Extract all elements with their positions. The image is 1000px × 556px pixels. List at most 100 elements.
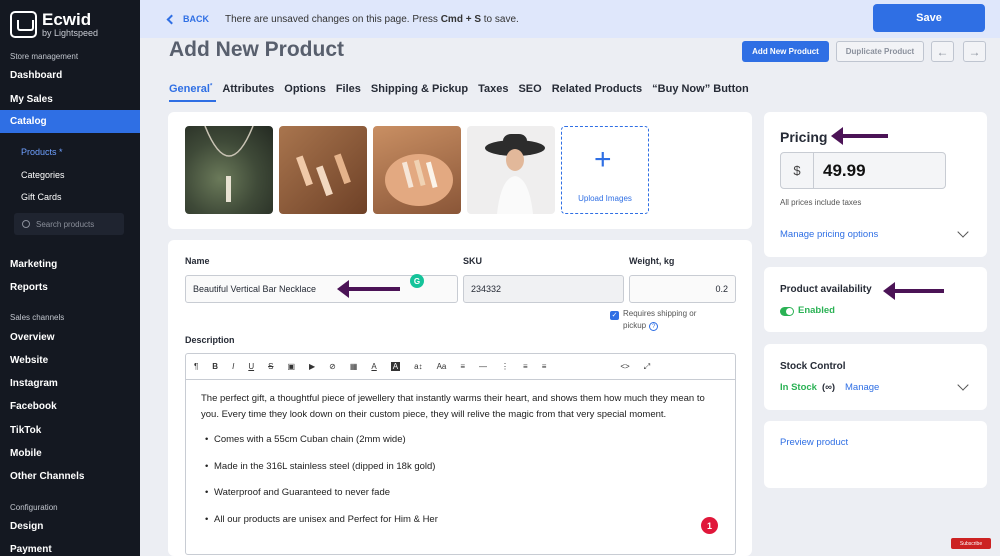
align-icon[interactable]: ≡ [460, 362, 465, 371]
back-button[interactable]: BACK [166, 14, 209, 24]
product-image-3[interactable] [373, 126, 461, 214]
manage-pricing-link[interactable]: Manage pricing options [780, 229, 878, 240]
sidebar-item-facebook[interactable]: Facebook [10, 401, 57, 412]
availability-status: Enabled [798, 305, 835, 316]
annotation-arrow-name [337, 280, 400, 298]
tab-attributes[interactable]: Attributes [222, 83, 274, 95]
font-size-icon[interactable]: a↕ [414, 362, 422, 371]
product-tabs: General* Attributes Options Files Shippi… [169, 83, 759, 95]
sku-label: SKU [463, 256, 483, 266]
bars-photo-icon [296, 153, 351, 197]
italic-icon[interactable]: I [232, 362, 234, 371]
description-editor[interactable]: ¶ B I U S ▣ ▶ ⊘ ▦ A A a↕ Aa ≡ — ⋮ ≡ ≡ <>… [185, 353, 736, 555]
sidebar-search-placeholder: Search products [36, 219, 95, 229]
fullscreen-icon[interactable]: ⤢ [644, 362, 650, 372]
annotation-arrow-pricing [831, 127, 888, 145]
sidebar-item-catalog[interactable]: Catalog [0, 110, 140, 133]
sidebar-item-overview[interactable]: Overview [10, 332, 54, 343]
price-input[interactable]: $ 49.99 [780, 152, 946, 189]
code-view-icon[interactable]: <> [620, 362, 629, 371]
bulleted-list-icon[interactable]: ⋮ [501, 362, 509, 371]
tab-options[interactable]: Options [284, 83, 326, 95]
grammarly-suggestion-badge[interactable]: 1 [701, 517, 718, 534]
sidebar-item-instagram[interactable]: Instagram [10, 378, 58, 389]
product-image-4[interactable] [467, 126, 555, 214]
sidebar-item-design[interactable]: Design [10, 521, 43, 532]
annotation-arrow-availability [883, 282, 944, 300]
image-icon[interactable]: ▣ [287, 362, 295, 371]
sidebar-item-dashboard[interactable]: Dashboard [10, 70, 62, 81]
strikethrough-icon[interactable]: S [268, 362, 273, 371]
sku-input[interactable]: 234332 [463, 275, 624, 303]
product-image-1[interactable] [185, 126, 273, 214]
help-icon[interactable]: ? [649, 322, 659, 331]
chevron-down-icon[interactable] [957, 226, 969, 238]
tab-buy-now-button[interactable]: “Buy Now” Button [652, 83, 749, 95]
bold-icon[interactable]: B [212, 362, 218, 371]
brand-logo[interactable]: Ecwid by Lightspeed [10, 11, 98, 38]
tab-shipping-pickup[interactable]: Shipping & Pickup [371, 83, 468, 95]
sidebar-item-reports[interactable]: Reports [10, 282, 48, 293]
brand-name: Ecwid [42, 10, 92, 29]
infinite-stock-icon: (∞) [822, 382, 836, 393]
sidebar-search-input[interactable]: Search products [14, 213, 124, 235]
description-label: Description [185, 335, 235, 345]
sidebar-subitem-products[interactable]: Products * [21, 147, 63, 157]
tab-files[interactable]: Files [336, 83, 361, 95]
text-case-icon[interactable]: Aa [437, 362, 447, 371]
chevron-left-icon [166, 14, 177, 24]
name-label: Name [185, 256, 210, 266]
sidebar-item-mobile[interactable]: Mobile [10, 448, 42, 459]
tab-general[interactable]: General* [169, 83, 212, 95]
images-card: + Upload Images [168, 112, 752, 229]
duplicate-product-button[interactable]: Duplicate Product [836, 41, 924, 62]
table-icon[interactable]: ▦ [350, 362, 358, 371]
underline-icon[interactable]: U [248, 362, 254, 371]
sidebar-item-website[interactable]: Website [10, 355, 48, 366]
sidebar-subitem-categories[interactable]: Categories [21, 170, 65, 180]
necklace-photo-icon [204, 126, 254, 202]
video-icon[interactable]: ▶ [309, 362, 315, 371]
list-item: All our products are unisex and Perfect … [205, 514, 438, 525]
text-color-icon[interactable]: A [371, 362, 376, 371]
preview-product-link[interactable]: Preview product [780, 437, 848, 448]
list-item: Waterproof and Guaranteed to never fade [205, 487, 390, 498]
tab-related-products[interactable]: Related Products [552, 83, 642, 95]
link-icon[interactable]: ⊘ [329, 362, 336, 371]
horizontal-rule-icon[interactable]: — [479, 362, 487, 371]
add-new-product-button[interactable]: Add New Product [742, 41, 829, 62]
next-product-button[interactable]: → [963, 41, 986, 62]
availability-toggle[interactable] [780, 307, 794, 316]
indent-icon[interactable]: ≡ [542, 362, 547, 371]
upload-images-label: Upload Images [578, 194, 632, 203]
editor-toolbar: ¶ B I U S ▣ ▶ ⊘ ▦ A A a↕ Aa ≡ — ⋮ ≡ ≡ <>… [186, 354, 735, 380]
previous-product-button[interactable]: ← [931, 41, 954, 62]
product-image-2[interactable] [279, 126, 367, 214]
manage-stock-link[interactable]: Manage [845, 382, 879, 393]
sidebar-item-tiktok[interactable]: TikTok [10, 425, 41, 436]
sidebar-item-my-sales[interactable]: My Sales [10, 94, 53, 105]
save-button[interactable]: Save [873, 4, 985, 32]
hand-photo-icon [385, 154, 453, 206]
background-color-icon[interactable]: A [390, 362, 401, 371]
list-item: Made in the 316L stainless steel (dipped… [205, 461, 435, 472]
outdent-icon[interactable]: ≡ [523, 362, 528, 371]
sidebar-subitem-gift-cards[interactable]: Gift Cards [21, 192, 62, 202]
sidebar-item-payment[interactable]: Payment [10, 544, 52, 555]
stock-title: Stock Control [780, 361, 846, 372]
upload-images-button[interactable]: + Upload Images [561, 126, 649, 214]
requires-shipping-checkbox[interactable]: ✓ Requires shipping or pickup? [610, 308, 696, 332]
section-store-management: Store management [10, 52, 79, 61]
weight-input[interactable]: 0.2 [629, 275, 736, 303]
sidebar-item-catalog-label: Catalog [10, 116, 47, 127]
tab-seo[interactable]: SEO [518, 83, 541, 95]
sidebar-item-other-channels[interactable]: Other Channels [10, 471, 84, 482]
tab-taxes[interactable]: Taxes [478, 83, 508, 95]
paragraph-icon[interactable]: ¶ [194, 362, 198, 371]
sidebar-item-marketing[interactable]: Marketing [10, 259, 57, 270]
chevron-down-icon[interactable] [957, 379, 969, 391]
availability-card: Product availability Enabled [764, 267, 987, 332]
grammarly-icon[interactable]: G [410, 274, 424, 288]
subscribe-watermark: Subscribe [951, 538, 991, 549]
sidebar: Ecwid by Lightspeed Store management Das… [0, 0, 140, 556]
